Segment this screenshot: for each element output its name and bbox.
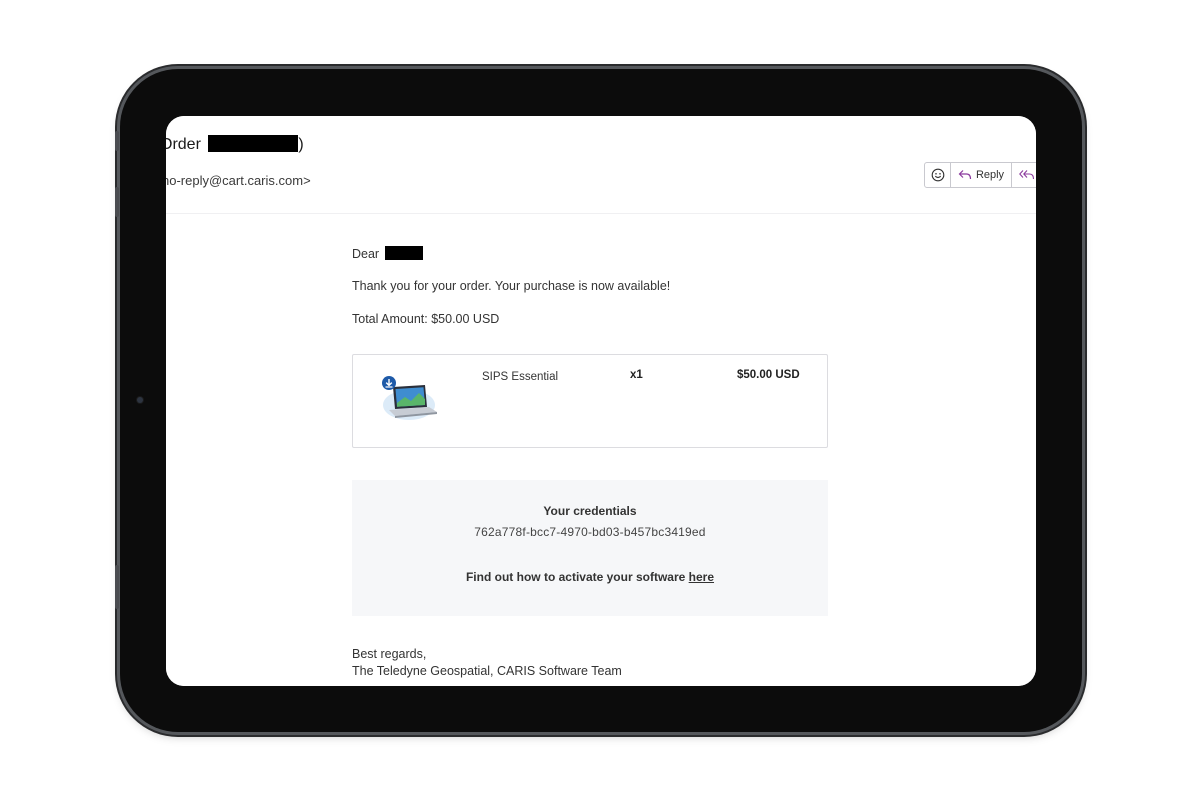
reply-all-button[interactable] <box>1012 163 1036 187</box>
laptop-download-icon <box>379 375 445 423</box>
product-name: SIPS Essential <box>482 371 559 383</box>
tablet-top-button <box>115 131 119 151</box>
team-signature: The Teledyne Geospatial, CARIS Software … <box>352 664 622 678</box>
reply-label: Reply <box>975 169 1005 181</box>
reply-all-arrow-icon <box>1019 170 1035 180</box>
sender-address: no-reply@cart.caris.com> <box>166 173 311 188</box>
thanks-message: Thank you for your order. Your purchase … <box>352 279 671 293</box>
reply-arrow-icon <box>958 170 972 180</box>
activation-instructions: Find out how to activate your software h… <box>352 570 828 584</box>
greeting-text: Dear <box>352 247 380 261</box>
email-body: Dear Thank you for your order. Your purc… <box>166 214 1036 686</box>
subject-text: Order <box>166 136 201 153</box>
reply-button[interactable]: Reply <box>951 163 1012 187</box>
signoff: Best regards, <box>352 647 427 661</box>
credentials-box: Your credentials 762a778f-bcc7-4970-bd03… <box>352 480 828 616</box>
redacted-order-number <box>208 135 299 152</box>
order-item-card: SIPS Essential x1 $50.00 USD <box>352 354 828 448</box>
greeting: Dear <box>352 246 423 261</box>
redacted-name <box>384 246 423 260</box>
email-header: Order ) no-reply@cart.caris.com> Reply <box>166 116 1036 214</box>
volume-up-button <box>115 187 119 217</box>
product-price: $50.00 USD <box>737 369 800 381</box>
volume-down-button <box>115 565 119 609</box>
product-quantity: x1 <box>630 369 643 381</box>
credentials-code: 762a778f-bcc7-4970-bd03-b457bc3419ed <box>474 525 706 539</box>
smiley-icon <box>931 168 944 182</box>
subject-suffix: ) <box>298 136 304 153</box>
email-subject: Order ) <box>166 135 304 154</box>
message-actions: Reply <box>924 162 1036 188</box>
email-screen: Order ) no-reply@cart.caris.com> Reply D… <box>166 116 1036 686</box>
credentials-title: Your credentials <box>543 504 637 518</box>
front-camera <box>137 397 143 403</box>
activation-link[interactable]: here <box>689 570 714 584</box>
activation-text: Find out how to activate your software <box>465 570 689 584</box>
tablet-device: Order ) no-reply@cart.caris.com> Reply D… <box>115 69 1082 732</box>
total-amount: Total Amount: $50.00 USD <box>352 312 500 326</box>
react-button[interactable] <box>925 163 951 187</box>
